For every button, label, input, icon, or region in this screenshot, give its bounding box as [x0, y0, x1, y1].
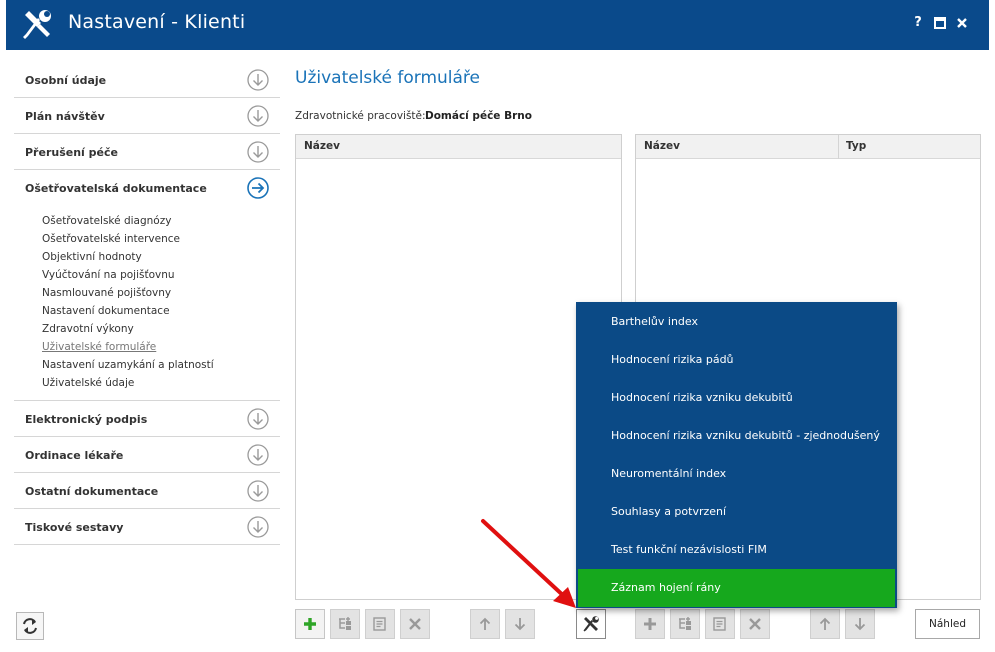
close-button[interactable] — [953, 14, 971, 32]
delete-x-icon — [749, 618, 761, 630]
workplace-label: Zdravotnické pracoviště: — [295, 110, 426, 122]
table-header: Název — [296, 135, 621, 159]
chevron-down-circle-icon[interactable] — [247, 69, 269, 91]
column-header-nazev[interactable]: Název — [304, 140, 340, 152]
edit-document-icon — [373, 617, 386, 631]
add-item-subitem-button[interactable] — [670, 609, 700, 639]
help-button[interactable]: ? — [909, 14, 927, 32]
add-subitem-button[interactable] — [330, 609, 360, 639]
add-item-button[interactable] — [635, 609, 665, 639]
sidebar-section-ordinace-lekare[interactable]: Ordinace lékaře — [14, 437, 280, 473]
subitem-zdravotni-vykony[interactable]: Zdravotní výkony — [42, 320, 280, 338]
chevron-down-circle-icon[interactable] — [247, 105, 269, 127]
subitem-objektivni-hodnoty[interactable]: Objektivní hodnoty — [42, 248, 280, 266]
move-up-button[interactable] — [470, 609, 500, 639]
column-separator — [838, 135, 839, 159]
edit-document-icon — [713, 617, 726, 631]
subitem-vyuctovani-na-pojistovnu[interactable]: Vyúčtování na pojišťovnu — [42, 266, 280, 284]
menu-item-decubitus-risk-simplified[interactable]: Hodnocení rizika vzniku dekubitů - zjedn… — [576, 417, 897, 455]
plus-icon — [644, 618, 656, 630]
chevron-down-circle-icon[interactable] — [247, 480, 269, 502]
sidebar-section-elektronicky-podpis[interactable]: Elektronický podpis — [14, 401, 280, 437]
subitem-nastaveni-dokumentace[interactable]: Nastavení dokumentace — [42, 302, 280, 320]
menu-item-decubitus-risk[interactable]: Hodnocení rizika vzniku dekubitů — [576, 379, 897, 417]
edit-form-button[interactable] — [365, 609, 395, 639]
sidebar-section-label: Tiskové sestavy — [25, 521, 124, 534]
chevron-down-circle-icon[interactable] — [247, 516, 269, 538]
arrow-up-icon — [479, 617, 491, 630]
workplace-value: Domácí péče Brno — [425, 110, 532, 122]
arrow-up-icon — [819, 617, 831, 630]
sidebar-section-label: Ošetřovatelská dokumentace — [25, 182, 207, 195]
sidebar-section-tiskove-sestavy[interactable]: Tiskové sestavy — [14, 509, 280, 545]
subitem-nastaveni-uzamykani[interactable]: Nastavení uzamykání a platností — [42, 356, 280, 374]
subitem-osetrovatelske-diagnozy[interactable]: Ošetřovatelské diagnózy — [42, 212, 280, 230]
sidebar-section-preruseni-pece[interactable]: Přerušení péče — [14, 134, 280, 170]
plus-icon — [304, 618, 316, 630]
sidebar-section-plan-navstev[interactable]: Plán návštěv — [14, 98, 280, 134]
red-arrow-annotation — [481, 519, 576, 608]
menu-item-fim-test[interactable]: Test funkční nezávislosti FIM — [576, 531, 897, 569]
sidebar-section-label: Ordinace lékaře — [25, 449, 124, 462]
title-bar: Nastavení - Klienti ? — [6, 0, 989, 50]
menu-item-fall-risk[interactable]: Hodnocení rizika pádů — [576, 341, 897, 379]
subitem-uzivatelske-udaje[interactable]: Uživatelské údaje — [42, 374, 280, 392]
move-item-up-button[interactable] — [810, 609, 840, 639]
app-window: Nastavení - Klienti ? Osobní údaje Plán … — [0, 0, 995, 652]
table-header: Název Typ — [636, 135, 980, 159]
menu-item-neuromental-index[interactable]: Neuromentální index — [576, 455, 897, 493]
window-title: Nastavení - Klienti — [68, 11, 246, 33]
form-type-menu: Barthelův index Hodnocení rizika pádů Ho… — [576, 302, 897, 608]
delete-x-icon — [409, 618, 421, 630]
sidebar: Osobní údaje Plán návštěv Přerušení péče… — [14, 62, 280, 545]
menu-item-barthel-index[interactable]: Barthelův index — [576, 303, 897, 341]
arrow-right-circle-icon[interactable] — [247, 177, 269, 199]
maximize-icon — [934, 17, 946, 29]
edit-item-button[interactable] — [705, 609, 735, 639]
chevron-down-circle-icon[interactable] — [247, 408, 269, 430]
column-header-nazev[interactable]: Název — [644, 140, 680, 152]
delete-form-button[interactable] — [400, 609, 430, 639]
subitem-nasmlouvane-pojistovny[interactable]: Nasmlouvané pojišťovny — [42, 284, 280, 302]
menu-item-consents[interactable]: Souhlasy a potvrzení — [576, 493, 897, 531]
move-item-down-button[interactable] — [845, 609, 875, 639]
close-icon — [957, 18, 967, 28]
preview-button[interactable]: Náhled — [915, 609, 980, 639]
column-header-typ[interactable]: Typ — [846, 140, 866, 152]
subitem-osetrovatelske-intervence[interactable]: Ošetřovatelské intervence — [42, 230, 280, 248]
wrench-screwdriver-icon — [23, 10, 51, 39]
wrench-screwdriver-icon — [583, 616, 599, 632]
delete-item-button[interactable] — [740, 609, 770, 639]
sidebar-section-ostatni-dokumentace[interactable]: Ostatní dokumentace — [14, 473, 280, 509]
tools-menu-button[interactable] — [576, 609, 606, 639]
arrow-down-icon — [854, 618, 866, 631]
sidebar-section-label: Elektronický podpis — [25, 413, 148, 426]
refresh-icon — [23, 618, 37, 634]
tree-add-icon — [339, 617, 351, 630]
sidebar-section-osetrovatelska-dokumentace[interactable]: Ošetřovatelská dokumentace — [14, 170, 280, 206]
chevron-down-circle-icon[interactable] — [247, 141, 269, 163]
sidebar-section-label: Ostatní dokumentace — [25, 485, 159, 498]
chevron-down-circle-icon[interactable] — [247, 444, 269, 466]
refresh-button[interactable] — [16, 612, 44, 640]
maximize-button[interactable] — [931, 14, 949, 32]
sidebar-section-label: Plán návštěv — [25, 110, 105, 123]
add-form-button[interactable] — [295, 609, 325, 639]
subitem-uzivatelske-formulare[interactable]: Uživatelské formuláře — [42, 338, 280, 356]
sidebar-section-label: Přerušení péče — [25, 146, 118, 159]
move-down-button[interactable] — [505, 609, 535, 639]
page-title: Uživatelské formuláře — [295, 68, 480, 88]
tree-add-icon — [679, 617, 691, 630]
menu-item-wound-healing-record[interactable]: Záznam hojení rány — [578, 569, 895, 607]
sidebar-subitems: Ošetřovatelské diagnózy Ošetřovatelské i… — [14, 206, 280, 401]
sidebar-section-osobni-udaje[interactable]: Osobní údaje — [14, 62, 280, 98]
sidebar-section-label: Osobní údaje — [25, 74, 107, 87]
arrow-down-icon — [514, 618, 526, 631]
